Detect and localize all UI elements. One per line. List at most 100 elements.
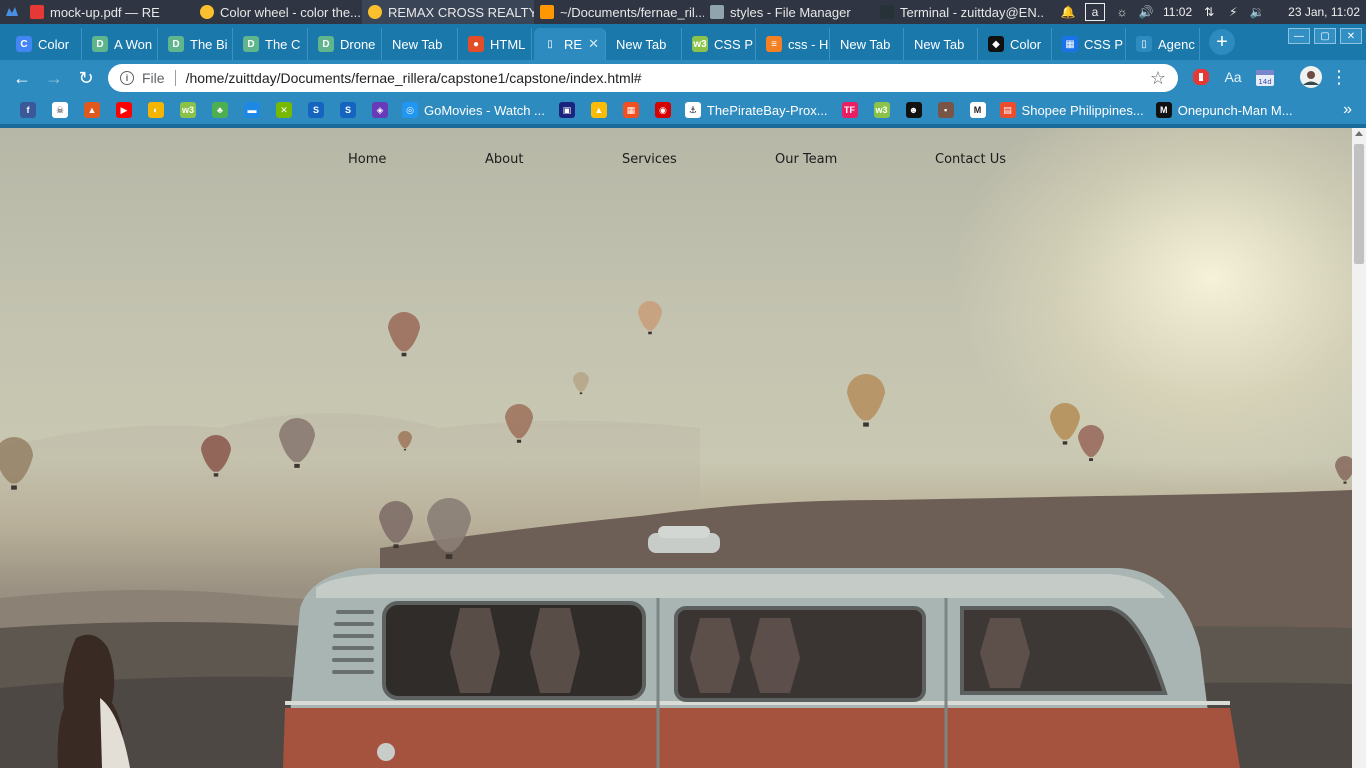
smiley-icon: ☻ (905, 102, 922, 118)
bookmark-item-7[interactable]: ▬ (236, 96, 268, 124)
bookmarks-overflow-icon[interactable]: » (1343, 96, 1352, 124)
address-bar[interactable]: i File /home/zuittday/Documents/fernae_r… (108, 64, 1178, 92)
nav-our-team-link[interactable]: Our Team (775, 152, 837, 167)
taskbar-window-3[interactable]: ~/Documents/fernae_ril... (534, 0, 704, 24)
scrollbar-thumb[interactable] (1354, 144, 1364, 264)
browser-tab-9[interactable]: w3 CSS P (684, 28, 756, 60)
bookmark-item-21[interactable]: ▪ (930, 96, 962, 124)
site-info-icon[interactable]: i (120, 71, 134, 85)
hot-air-balloon (573, 372, 589, 395)
browser-tab-4[interactable]: D Drone (310, 28, 382, 60)
tray-date[interactable]: 23 Jan, 11:02 (1288, 5, 1360, 19)
shopee-icon: ▤ (999, 102, 1016, 118)
nav-services-link[interactable]: Services (622, 152, 677, 167)
minimize-button[interactable]: — (1288, 28, 1310, 44)
bookmark-item-10[interactable]: S (332, 96, 364, 124)
bookmark-item-5[interactable]: w3 (172, 96, 204, 124)
keyboard-layout-icon[interactable]: a (1085, 3, 1106, 21)
browser-tab-2[interactable]: D The Bi (160, 28, 233, 60)
bookmark-item-2[interactable]: ▲ (76, 96, 108, 124)
bookmark-item-0[interactable]: f (12, 96, 44, 124)
bookmark-item-15[interactable]: ▦ (615, 96, 647, 124)
bookmarks-bar: f ☠ ▲ ▶ ◐ w3 ♣ ▬ ✕ S S ◈ ◎ GoMovies - Watch ... ▣ ▲ ▦ ◉ ⚓ T… (0, 96, 1366, 124)
page-scrollbar[interactable] (1352, 128, 1366, 768)
font-size-extension-icon[interactable]: Aa (1222, 66, 1244, 88)
hot-air-balloon (1335, 456, 1352, 484)
address-divider (174, 70, 176, 86)
tab-label: HTML (490, 36, 526, 52)
browser-tab-15[interactable]: ▯ Agenc (1128, 28, 1200, 60)
folder-icon (710, 5, 724, 19)
browser-tab-5[interactable]: New Tab (384, 28, 458, 60)
brightness-icon[interactable]: ☼ (1115, 5, 1129, 19)
tab-favicon-icon: ▦ (1062, 36, 1078, 52)
browser-tab-13[interactable]: ◆ Color (980, 28, 1052, 60)
network-icon[interactable]: ⇅ (1202, 5, 1216, 19)
adblock-icon[interactable] (1190, 66, 1212, 88)
calendar-extension-icon[interactable]: 14d (1254, 66, 1276, 88)
bookmark-item-24[interactable]: M Onepunch-Man M... (1150, 96, 1299, 124)
bookmark-item-8[interactable]: ✕ (268, 96, 300, 124)
scroll-up-arrow-icon[interactable] (1355, 131, 1363, 136)
bookmark-star-icon[interactable]: ☆ (1150, 68, 1166, 89)
ship-icon: ▲ (84, 102, 100, 118)
close-window-button[interactable]: ✕ (1340, 28, 1362, 44)
taskbar-window-0[interactable]: mock-up.pdf — RE (24, 0, 194, 24)
browser-tab-10[interactable]: ≡ css - H (758, 28, 830, 60)
speaker-icon[interactable]: 🔉 (1250, 5, 1265, 19)
reload-icon[interactable]: ↻ (70, 62, 102, 94)
bookmark-item-11[interactable]: ◈ (364, 96, 396, 124)
browser-tab-6[interactable]: ● HTML (460, 28, 532, 60)
tray-clock[interactable]: 11:02 (1163, 5, 1192, 19)
nav-contact-us-link[interactable]: Contact Us (935, 152, 1006, 167)
browser-toolbar: ← → ↻ i File /home/zuittday/Documents/fe… (0, 60, 1366, 96)
bookmark-item-1[interactable]: ☠ (44, 96, 76, 124)
taskbar-window-5[interactable]: Terminal - zuittday@EN... (874, 0, 1044, 24)
hot-air-balloon (1050, 403, 1080, 445)
bookmark-item-9[interactable]: S (300, 96, 332, 124)
bookmark-item-14[interactable]: ▲ (583, 96, 615, 124)
taskbar-window-2[interactable]: REMAX CROSS REALTY ... (362, 0, 534, 24)
browser-tab-7[interactable]: ▯ RE ✕ (534, 28, 606, 60)
tab-close-icon[interactable]: ✕ (588, 36, 599, 52)
battery-icon[interactable]: ⚡ (1226, 5, 1240, 19)
bookmark-item-3[interactable]: ▶ (108, 96, 140, 124)
bookmark-item-23[interactable]: ▤ Shopee Philippines... (994, 96, 1150, 124)
browser-tab-3[interactable]: D The C (235, 28, 308, 60)
tab-favicon-icon: ● (468, 36, 484, 52)
new-tab-button[interactable]: + (1209, 29, 1235, 55)
gmail-icon: M (969, 102, 986, 118)
maximize-button[interactable]: ▢ (1314, 28, 1336, 44)
browser-tab-11[interactable]: New Tab (832, 28, 904, 60)
browser-tab-1[interactable]: D A Won (84, 28, 158, 60)
volume-icon[interactable]: 🔊 (1139, 5, 1154, 19)
browser-tab-14[interactable]: ▦ CSS P (1054, 28, 1126, 60)
bookmark-item-6[interactable]: ♣ (204, 96, 236, 124)
tab-label: The Bi (190, 36, 228, 52)
target-icon: ◉ (654, 102, 671, 118)
bookmark-item-4[interactable]: ◐ (140, 96, 172, 124)
nav-home-link[interactable]: Home (348, 152, 386, 167)
profile-avatar[interactable] (1300, 66, 1322, 88)
bookmark-item-20[interactable]: ☻ (898, 96, 930, 124)
bookmark-item-12[interactable]: ◎ GoMovies - Watch ... (396, 96, 551, 124)
browser-tab-8[interactable]: New Tab (608, 28, 682, 60)
back-icon[interactable]: ← (6, 62, 38, 94)
bookmark-item-22[interactable]: M (962, 96, 994, 124)
bookmark-item-13[interactable]: ▣ (551, 96, 583, 124)
bookmark-item-16[interactable]: ◉ (647, 96, 679, 124)
bookmark-item-17[interactable]: ⚓ ThePirateBay-Prox... (679, 96, 834, 124)
forward-icon[interactable]: → (38, 62, 70, 94)
browser-menu-icon[interactable]: ⋮ (1328, 66, 1350, 88)
bell-icon[interactable]: 🔔 (1061, 5, 1076, 19)
bookmark-item-18[interactable]: TF (834, 96, 866, 124)
url-text[interactable]: /home/zuittday/Documents/fernae_rillera/… (186, 70, 642, 86)
taskbar-window-title: Color wheel - color the... (220, 4, 361, 20)
browser-tab-0[interactable]: C Color (8, 28, 82, 60)
nav-about-link[interactable]: About (485, 152, 523, 167)
app-menu-icon[interactable] (0, 0, 24, 24)
taskbar-window-1[interactable]: Color wheel - color the... (194, 0, 362, 24)
browser-tab-12[interactable]: New Tab (906, 28, 978, 60)
bookmark-item-19[interactable]: w3 (866, 96, 898, 124)
taskbar-window-4[interactable]: styles - File Manager (704, 0, 874, 24)
